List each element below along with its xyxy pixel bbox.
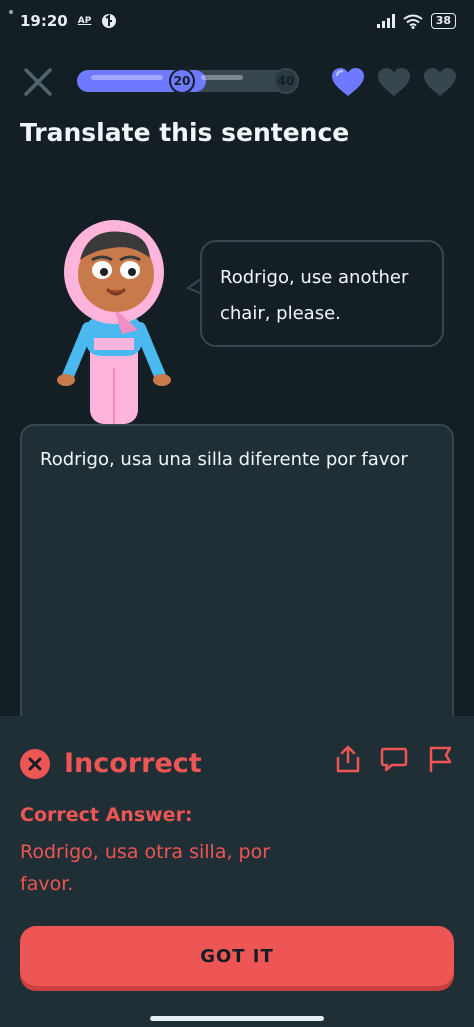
got-it-button[interactable]: GOT IT [20, 926, 454, 986]
home-indicator[interactable] [150, 1016, 324, 1021]
lesson-progress-bar: 20 40 [77, 68, 299, 94]
signal-icon [376, 14, 395, 28]
progress-shine [201, 75, 243, 80]
heart-icon-full [332, 68, 364, 96]
speech-bubble: Rodrigo, use another chair, please. [200, 240, 444, 347]
correct-answer-label: Correct Answer: [20, 804, 193, 826]
answer-text-area[interactable]: Rodrigo, usa una silla diferente por fav… [20, 424, 454, 754]
feedback-actions [334, 744, 454, 774]
character-illustration [57, 220, 171, 424]
user-answer-text: Rodrigo, usa una silla diferente por fav… [40, 449, 408, 470]
progress-shine [91, 75, 163, 80]
progress-milestone-end: 40 [273, 68, 299, 94]
status-bar: 19:20 AP 38 [0, 0, 474, 42]
wifi-icon [403, 14, 423, 29]
close-icon[interactable] [20, 64, 56, 100]
exercise-title: Translate this sentence [20, 118, 350, 147]
prompt-sentence: Rodrigo, use another chair, please. [220, 267, 409, 324]
correct-answer-text: Rodrigo, usa otra silla, por favor. [20, 841, 271, 895]
heart-icon-empty [378, 68, 410, 96]
progress-milestone-current: 20 [169, 68, 195, 94]
share-icon[interactable] [334, 744, 362, 774]
incorrect-icon [20, 748, 50, 779]
lesson-top-bar: 20 40 [0, 58, 474, 104]
flag-icon[interactable] [426, 744, 454, 774]
app-indicator-icon [102, 14, 117, 28]
hearts-indicator [330, 66, 458, 98]
ap-indicator: AP [77, 16, 92, 26]
notification-dot [9, 10, 13, 14]
status-time: 19:20 [20, 12, 68, 30]
battery-indicator: 38 [430, 13, 456, 29]
feedback-status: Incorrect [64, 748, 202, 779]
heart-icon-empty [424, 68, 456, 96]
feedback-header: Incorrect [20, 748, 202, 779]
feedback-panel: Incorrect Correct Answer: Rodrigo, usa o… [0, 716, 474, 1027]
comment-icon[interactable] [380, 744, 408, 774]
